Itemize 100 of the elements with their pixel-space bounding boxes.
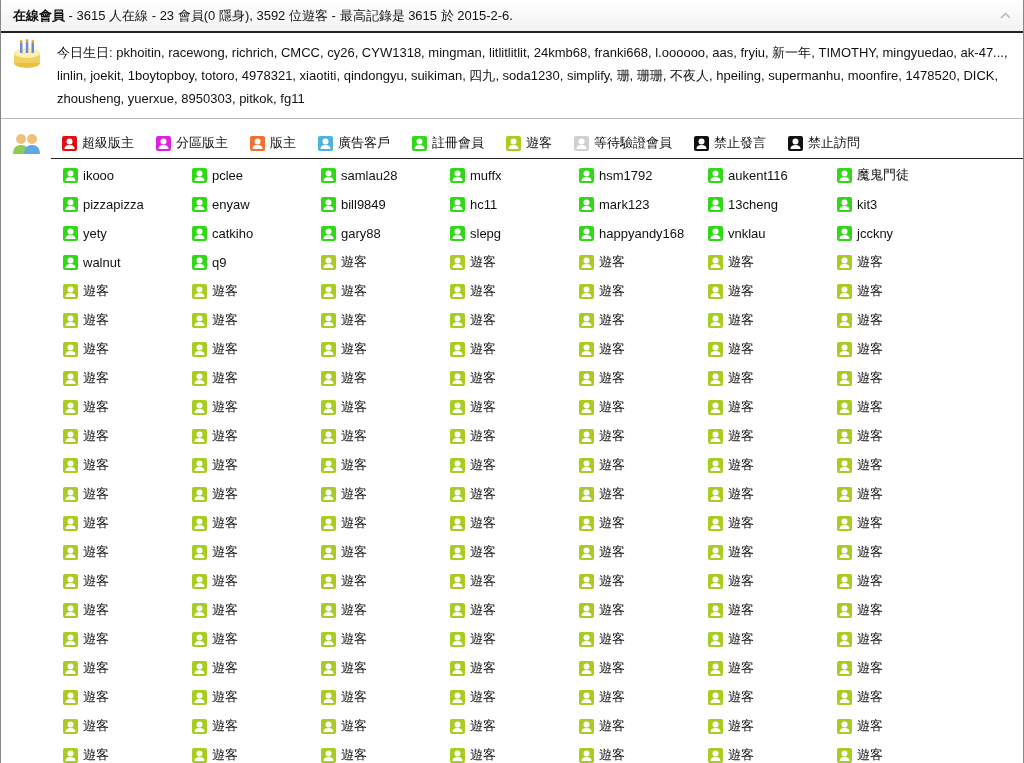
user-name[interactable]: 遊客	[470, 340, 496, 358]
user-name[interactable]: 遊客	[599, 282, 625, 300]
user-name[interactable]: 遊客	[212, 369, 238, 387]
user-name[interactable]: q9	[212, 254, 227, 270]
user-name[interactable]: 遊客	[212, 514, 238, 532]
user-name[interactable]: 遊客	[341, 282, 367, 300]
user-name[interactable]: 遊客	[212, 485, 238, 503]
user-name[interactable]: muffx	[470, 167, 502, 183]
user-name[interactable]: 遊客	[728, 601, 754, 619]
user-name[interactable]: 遊客	[212, 543, 238, 561]
user-name[interactable]: 遊客	[470, 630, 496, 648]
user-name[interactable]: 遊客	[857, 456, 883, 474]
user-name[interactable]: 遊客	[599, 369, 625, 387]
user-name[interactable]: 遊客	[341, 514, 367, 532]
user-name[interactable]: 遊客	[212, 398, 238, 416]
user-name[interactable]: hsm1792	[599, 167, 653, 183]
user-name[interactable]: 遊客	[83, 282, 109, 300]
user-name[interactable]: 遊客	[83, 659, 109, 677]
user-name[interactable]: 遊客	[341, 659, 367, 677]
user-name[interactable]: 遊客	[470, 311, 496, 329]
user-name[interactable]: 遊客	[341, 253, 367, 271]
user-name[interactable]: pizzapizza	[83, 196, 144, 212]
user-name[interactable]: 遊客	[599, 659, 625, 677]
user-name[interactable]: 遊客	[83, 514, 109, 532]
user-name[interactable]: 遊客	[212, 282, 238, 300]
user-name[interactable]: 遊客	[599, 340, 625, 358]
user-name[interactable]: 遊客	[341, 340, 367, 358]
user-name[interactable]: 遊客	[212, 717, 238, 735]
user-name[interactable]: 遊客	[341, 485, 367, 503]
user-name[interactable]: 遊客	[599, 543, 625, 561]
user-name[interactable]: 遊客	[857, 427, 883, 445]
user-name[interactable]: 遊客	[83, 543, 109, 561]
user-name[interactable]: jcckny	[857, 225, 894, 241]
user-name[interactable]: slepg	[470, 225, 502, 241]
user-name[interactable]: 遊客	[83, 311, 109, 329]
user-name[interactable]: 遊客	[857, 717, 883, 735]
user-name[interactable]: 遊客	[728, 485, 754, 503]
user-name[interactable]: enyaw	[212, 196, 250, 212]
user-name[interactable]: 遊客	[470, 485, 496, 503]
user-name[interactable]: 遊客	[83, 340, 109, 358]
user-name[interactable]: pclee	[212, 167, 244, 183]
user-name[interactable]: 遊客	[857, 398, 883, 416]
user-name[interactable]: 遊客	[857, 514, 883, 532]
user-name[interactable]: 遊客	[857, 659, 883, 677]
user-name[interactable]: 遊客	[83, 746, 109, 763]
user-name[interactable]: 遊客	[341, 398, 367, 416]
user-name[interactable]: 遊客	[470, 688, 496, 706]
user-name[interactable]: 遊客	[212, 746, 238, 763]
user-name[interactable]: 遊客	[470, 427, 496, 445]
user-name[interactable]: 遊客	[857, 253, 883, 271]
user-name[interactable]: 遊客	[470, 369, 496, 387]
user-name[interactable]: 遊客	[83, 369, 109, 387]
user-name[interactable]: 遊客	[728, 717, 754, 735]
user-name[interactable]: 遊客	[728, 311, 754, 329]
user-name[interactable]: 遊客	[857, 630, 883, 648]
user-name[interactable]: mark123	[599, 196, 650, 212]
user-name[interactable]: 遊客	[470, 717, 496, 735]
user-name[interactable]: 遊客	[728, 659, 754, 677]
user-name[interactable]: 遊客	[341, 456, 367, 474]
user-name[interactable]: gary88	[341, 225, 381, 241]
user-name[interactable]: walnut	[83, 254, 121, 270]
user-name[interactable]: 遊客	[83, 717, 109, 735]
user-name[interactable]: 遊客	[470, 282, 496, 300]
user-name[interactable]: 遊客	[857, 746, 883, 763]
user-name[interactable]: 遊客	[83, 427, 109, 445]
user-name[interactable]: 遊客	[857, 601, 883, 619]
user-name[interactable]: 遊客	[857, 369, 883, 387]
user-name[interactable]: 遊客	[599, 688, 625, 706]
user-name[interactable]: 遊客	[212, 659, 238, 677]
user-name[interactable]: 遊客	[470, 456, 496, 474]
user-name[interactable]: kit3	[857, 196, 878, 212]
user-name[interactable]: 遊客	[728, 427, 754, 445]
user-name[interactable]: 遊客	[341, 601, 367, 619]
user-name[interactable]: 遊客	[341, 572, 367, 590]
user-name[interactable]: 遊客	[599, 456, 625, 474]
user-name[interactable]: 遊客	[728, 514, 754, 532]
user-name[interactable]: 遊客	[599, 253, 625, 271]
user-name[interactable]: 遊客	[728, 572, 754, 590]
user-name[interactable]: 遊客	[599, 630, 625, 648]
user-name[interactable]: 遊客	[599, 398, 625, 416]
user-name[interactable]: 遊客	[470, 514, 496, 532]
user-name[interactable]: 遊客	[599, 514, 625, 532]
user-name[interactable]: 遊客	[83, 630, 109, 648]
user-name[interactable]: 遊客	[212, 340, 238, 358]
user-name[interactable]: 遊客	[212, 630, 238, 648]
user-name[interactable]: 遊客	[470, 543, 496, 561]
user-name[interactable]: 遊客	[83, 601, 109, 619]
user-name[interactable]: 遊客	[341, 543, 367, 561]
user-name[interactable]: 遊客	[470, 253, 496, 271]
user-name[interactable]: 遊客	[341, 746, 367, 763]
user-name[interactable]: 遊客	[83, 688, 109, 706]
user-name[interactable]: 遊客	[470, 746, 496, 763]
user-name[interactable]: 遊客	[728, 253, 754, 271]
user-name[interactable]: 遊客	[212, 572, 238, 590]
user-name[interactable]: 遊客	[83, 485, 109, 503]
user-name[interactable]: 遊客	[212, 456, 238, 474]
user-name[interactable]: catkiho	[212, 225, 254, 241]
user-name[interactable]: 遊客	[857, 311, 883, 329]
user-name[interactable]: 遊客	[857, 485, 883, 503]
user-name[interactable]: 遊客	[212, 601, 238, 619]
